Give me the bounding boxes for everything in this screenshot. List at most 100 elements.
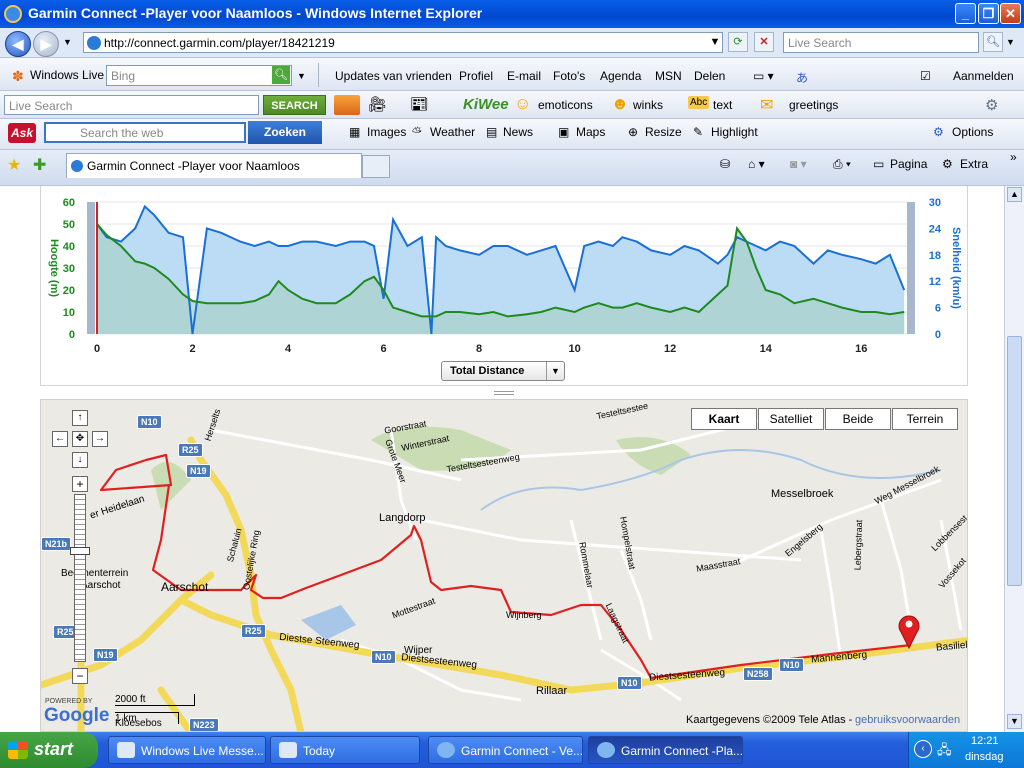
end-marker-icon[interactable]	[898, 615, 920, 650]
signin-link[interactable]: Aanmelden	[953, 69, 1014, 83]
search-icon[interactable]: 🔍︎	[983, 32, 1003, 52]
map-label-begijnen: Begijnenterrein	[61, 568, 129, 579]
ask-resize[interactable]: Resize	[645, 125, 682, 139]
tab-garmin-player[interactable]: Garmin Connect -Player voor Naamloos	[66, 153, 362, 178]
elevation-speed-chart[interactable]: 010203040506006121824300 2 4 6 8 10 12 14 16 Hoo…	[41, 186, 969, 356]
text-menu[interactable]: text	[713, 98, 732, 112]
search-options-icon[interactable]: ▼	[1006, 37, 1015, 47]
extra-menu[interactable]: Extra	[960, 157, 988, 171]
address-dropdown-icon[interactable]: ▼	[705, 33, 725, 53]
scroll-down-button[interactable]: ▼	[1007, 714, 1022, 729]
zoom-out-button[interactable]: −	[72, 668, 88, 684]
route-map[interactable]: Langdorp Messelbroek Aarschot Rillaar Wi…	[40, 399, 968, 732]
ask-highlight[interactable]: Highlight	[711, 125, 758, 139]
minimize-button[interactable]: _	[955, 3, 976, 24]
resize-handle[interactable]	[494, 391, 514, 395]
winks-menu[interactable]: winks	[633, 98, 663, 112]
clock-time[interactable]: 12:21	[971, 735, 999, 747]
history-dropdown-icon[interactable]: ▼	[63, 37, 72, 47]
home-icon[interactable]: ⌂ ▾	[748, 157, 765, 171]
tray-expand-icon[interactable]: ‹	[914, 740, 932, 758]
scroll-thumb[interactable]	[1007, 336, 1022, 586]
bing-dropdown-icon[interactable]: ▼	[297, 71, 306, 81]
wl-link-agenda[interactable]: Agenda	[600, 69, 641, 83]
stop-icon[interactable]: ✕	[754, 32, 774, 52]
wl-link-fotos[interactable]: Foto's	[553, 69, 585, 83]
task-garmin-ve-label: Garmin Connect - Ve...	[461, 744, 584, 758]
wl-link-updates[interactable]: Updates van vrienden	[335, 69, 452, 83]
overflow-chevron-icon[interactable]: »	[1010, 150, 1017, 164]
wl-link-profiel[interactable]: Profiel	[459, 69, 493, 83]
wl-link-email[interactable]: E-mail	[507, 69, 541, 83]
live-search-input[interactable]: Live Search	[783, 32, 979, 53]
kiwee-search-input[interactable]: Live Search	[4, 95, 259, 115]
left-axis-label: Hoogte (m)	[48, 239, 60, 297]
ask-options[interactable]: Options	[952, 125, 993, 139]
print-icon[interactable]: ⎙ ▾	[833, 157, 851, 172]
pan-right-button[interactable]: →	[92, 431, 108, 447]
zoom-slider[interactable]	[74, 494, 86, 662]
google-logo[interactable]: Google	[44, 705, 109, 727]
wl-menu-icon[interactable]: ▭ ▾	[753, 69, 774, 83]
page-scrollbar[interactable]: ▲ ▼	[1004, 186, 1024, 732]
greetings-menu[interactable]: greetings	[789, 98, 838, 112]
wl-link-msn[interactable]: MSN	[655, 69, 682, 83]
maptype-terrein[interactable]: Terrein	[892, 408, 958, 430]
pan-center-button[interactable]: ✥	[72, 431, 88, 447]
forward-button[interactable]: ▶	[33, 31, 59, 57]
ask-images[interactable]: Images	[367, 125, 406, 139]
translate-icon[interactable]: あ	[796, 69, 808, 86]
maptype-kaart[interactable]: Kaart	[691, 408, 757, 430]
zoom-slider-handle[interactable]	[70, 547, 90, 555]
ask-logo[interactable]: Ask	[8, 123, 36, 143]
left-tick-label: 0	[69, 329, 75, 341]
terms-link[interactable]: gebruiksvoorwaarden	[855, 714, 960, 726]
task-messenger[interactable]: Windows Live Messe...	[108, 736, 266, 764]
maptype-satelliet[interactable]: Satelliet	[758, 408, 824, 430]
window-title: Garmin Connect -Player voor Naamloos - W…	[28, 5, 483, 21]
newspaper-icon[interactable]: 📰︎	[410, 95, 429, 113]
close-button[interactable]: ✕	[1000, 3, 1021, 24]
sunset-icon[interactable]	[334, 95, 360, 115]
favorites-star-icon[interactable]: ★	[7, 155, 21, 175]
kiwee-search-button[interactable]: SEARCH	[263, 95, 326, 115]
wl-link-delen[interactable]: Delen	[694, 69, 725, 83]
task-garmin-player[interactable]: Garmin Connect -Pla...	[588, 736, 743, 764]
ask-search-input[interactable]: Search the web	[44, 122, 246, 143]
zoom-in-button[interactable]: +	[72, 476, 88, 492]
ask-maps[interactable]: Maps	[576, 125, 605, 139]
x-tick-label: 2	[189, 343, 195, 355]
emoticons-menu[interactable]: emoticons	[538, 98, 593, 112]
address-field[interactable]: http://connect.garmin.com/player/1842121…	[83, 32, 723, 53]
bing-search-input[interactable]: Bing	[106, 65, 292, 86]
maximize-button[interactable]: ❐	[978, 3, 999, 24]
task-today[interactable]: Today	[270, 736, 420, 764]
ask-search-button[interactable]: Zoeken	[248, 121, 322, 144]
scroll-up-button[interactable]: ▲	[1007, 187, 1022, 202]
pan-up-button[interactable]: ↑	[72, 410, 88, 426]
start-button[interactable]: start	[0, 732, 98, 768]
text-icon: Abc	[688, 96, 710, 109]
add-favorites-icon[interactable]: ✚	[33, 155, 46, 175]
task-garmin-ve[interactable]: Garmin Connect - Ve...	[428, 736, 583, 764]
settings-gear-icon[interactable]: ⚙	[985, 96, 998, 114]
refresh-icon[interactable]: ⟳	[728, 32, 748, 52]
maptype-beide[interactable]: Beide	[825, 408, 891, 430]
pan-down-button[interactable]: ↓	[72, 452, 88, 468]
rss-icon[interactable]: ◙ ▾	[790, 157, 807, 171]
road-badge-n19-s: N19	[93, 648, 118, 662]
ask-weather[interactable]: Weather	[430, 125, 475, 139]
x-axis-dropdown[interactable]: Total Distance ▼	[441, 361, 565, 381]
back-button[interactable]: ◀	[5, 31, 31, 57]
pan-left-button[interactable]: ←	[52, 431, 68, 447]
network-icon[interactable]: 🖧︎	[937, 741, 952, 763]
powered-by-label: POWERED BY	[45, 698, 93, 705]
camera-icon[interactable]: 🎥︎	[368, 95, 387, 113]
map-label-aarschot-small: Aarschot	[81, 580, 121, 591]
pagina-menu[interactable]: Pagina	[890, 157, 927, 171]
ask-news[interactable]: News	[503, 125, 533, 139]
feeds-icon[interactable]: ⛁	[720, 157, 730, 171]
windows-live-label[interactable]: Windows Live	[30, 68, 104, 82]
bing-search-icon[interactable]: 🔍︎	[272, 66, 290, 84]
new-tab-button[interactable]	[362, 155, 390, 178]
